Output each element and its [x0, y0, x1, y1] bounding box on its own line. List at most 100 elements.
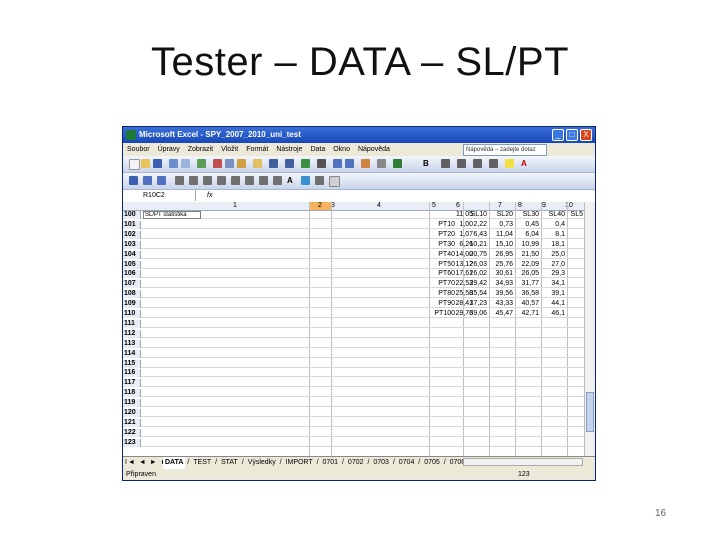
- zoom-icon[interactable]: [377, 159, 386, 168]
- row-number[interactable]: 114: [123, 349, 141, 358]
- align-right-icon[interactable]: [457, 159, 466, 168]
- chart-wizard-icon[interactable]: [361, 159, 370, 168]
- row-number[interactable]: 119: [123, 399, 141, 408]
- cell[interactable]: SL10: [463, 211, 487, 219]
- maximize-button[interactable]: □: [566, 129, 578, 141]
- cell[interactable]: 43,33: [489, 300, 513, 308]
- save-icon[interactable]: [153, 159, 162, 168]
- sort-desc-icon[interactable]: [345, 159, 354, 168]
- tool-icon-3[interactable]: [157, 176, 166, 185]
- cell[interactable]: PT10: [429, 221, 455, 229]
- format-painter-icon[interactable]: [253, 159, 262, 168]
- sheet-tab[interactable]: STAT: [219, 457, 240, 469]
- tool-icon-10[interactable]: [259, 176, 268, 185]
- spelling-icon[interactable]: [197, 159, 206, 168]
- menu-window[interactable]: Okno: [329, 143, 354, 156]
- menu-file[interactable]: Soubor: [123, 143, 154, 156]
- row-number[interactable]: 107: [123, 280, 141, 289]
- row-number[interactable]: 105: [123, 260, 141, 269]
- spreadsheet-grid[interactable]: 1 2 3 4 5 6 7 8 9 10 100 SL/PT statistika…: [123, 202, 595, 456]
- tool-icon-8[interactable]: [231, 176, 240, 185]
- tool-icon-12[interactable]: [301, 176, 310, 185]
- open-icon[interactable]: [141, 159, 150, 168]
- row-number[interactable]: 104: [123, 250, 141, 259]
- row-number[interactable]: 120: [123, 409, 141, 417]
- cell[interactable]: 35,54: [463, 290, 487, 298]
- row-number[interactable]: 123: [123, 438, 141, 447]
- row-number[interactable]: 118: [123, 389, 141, 398]
- autosum-icon[interactable]: [317, 159, 326, 168]
- cell[interactable]: 11,04: [489, 231, 513, 239]
- cell[interactable]: 42,71: [515, 310, 539, 318]
- borders-icon[interactable]: [489, 159, 498, 168]
- cell[interactable]: 20,75: [463, 251, 487, 259]
- cell[interactable]: 0,45: [515, 221, 539, 229]
- sheet-tab[interactable]: 0703: [371, 457, 391, 469]
- cell[interactable]: 26,05: [515, 270, 539, 278]
- cell[interactable]: SL30: [515, 211, 539, 219]
- tool-icon-1[interactable]: [129, 176, 138, 185]
- cell[interactable]: 37,23: [463, 300, 487, 308]
- row-number[interactable]: 108: [123, 290, 141, 299]
- row-number[interactable]: 115: [123, 359, 141, 368]
- undo-icon[interactable]: [269, 159, 278, 168]
- menu-view[interactable]: Zobrazit: [184, 143, 217, 156]
- name-box[interactable]: R10C2: [141, 190, 196, 201]
- cell[interactable]: PT90: [429, 300, 455, 308]
- cell[interactable]: 36,58: [515, 290, 539, 298]
- cell[interactable]: PT20: [429, 231, 455, 239]
- cell[interactable]: 8,1: [541, 231, 565, 239]
- col-header[interactable]: 8: [507, 202, 533, 210]
- cell[interactable]: 22,09: [515, 261, 539, 269]
- print-icon[interactable]: [169, 159, 178, 168]
- close-button[interactable]: X: [580, 129, 592, 141]
- help-search-input[interactable]: Nápověda – zadejte dotaz: [463, 144, 547, 156]
- cell[interactable]: 26,95: [489, 251, 513, 259]
- text-a-icon[interactable]: A: [287, 176, 293, 186]
- help-icon[interactable]: [393, 159, 402, 168]
- fx-icon[interactable]: fx: [207, 190, 212, 202]
- cell[interactable]: 26,03: [463, 261, 487, 269]
- menu-insert[interactable]: Vložit: [217, 143, 242, 156]
- cut-icon[interactable]: [213, 159, 222, 168]
- sheet-tab[interactable]: TEST: [191, 457, 213, 469]
- cell[interactable]: PT100: [429, 310, 455, 318]
- scroll-thumb[interactable]: [586, 392, 594, 432]
- col-header-active[interactable]: 2: [309, 202, 331, 210]
- sheet-tab[interactable]: IMPORT: [284, 457, 315, 469]
- row-number[interactable]: 101: [123, 220, 141, 229]
- row-number[interactable]: 122: [123, 428, 141, 437]
- tool-icon-2[interactable]: [143, 176, 152, 185]
- vertical-scrollbar[interactable]: [584, 202, 595, 456]
- sheet-tab[interactable]: 0705: [422, 457, 442, 469]
- menu-tools[interactable]: Nástroje: [272, 143, 306, 156]
- tool-icon-9[interactable]: [245, 176, 254, 185]
- cell[interactable]: 6,43: [463, 231, 487, 239]
- tool-icon-6[interactable]: [203, 176, 212, 185]
- fill-color-icon[interactable]: [505, 159, 514, 168]
- cell[interactable]: 29,3: [541, 270, 565, 278]
- cell[interactable]: 25,0: [541, 251, 565, 259]
- row-number[interactable]: 113: [123, 339, 141, 348]
- cell[interactable]: 2,22: [463, 221, 487, 229]
- row-number[interactable]: 111: [123, 319, 141, 328]
- row-number[interactable]: 116: [123, 369, 141, 378]
- menu-edit[interactable]: Úpravy: [154, 143, 184, 156]
- row-number[interactable]: 100: [123, 211, 141, 219]
- redo-icon[interactable]: [285, 159, 294, 168]
- cell[interactable]: 26,02: [463, 270, 487, 278]
- tool-icon-7[interactable]: [217, 176, 226, 185]
- align-icon[interactable]: [441, 159, 450, 168]
- minimize-button[interactable]: _: [552, 129, 564, 141]
- bold-icon[interactable]: B: [423, 159, 429, 169]
- new-icon[interactable]: [129, 159, 140, 170]
- cell[interactable]: PT40: [429, 251, 455, 259]
- cell[interactable]: 34,1: [541, 280, 565, 288]
- font-color-icon[interactable]: A: [521, 159, 527, 169]
- row-number[interactable]: 110: [123, 310, 141, 318]
- sheet-tab[interactable]: Výsledky: [246, 457, 278, 469]
- cell[interactable]: 18,1: [541, 241, 565, 249]
- cell[interactable]: 29,42: [463, 280, 487, 288]
- row-number[interactable]: 117: [123, 379, 141, 388]
- cell[interactable]: 31,77: [515, 280, 539, 288]
